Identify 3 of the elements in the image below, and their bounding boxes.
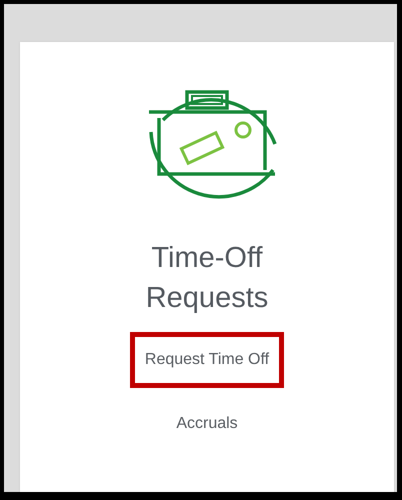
link[interactable]: Accruals [161, 396, 253, 452]
card-title: Time-Off Requests [144, 241, 270, 316]
link[interactable]: Request Time Off [130, 332, 284, 388]
